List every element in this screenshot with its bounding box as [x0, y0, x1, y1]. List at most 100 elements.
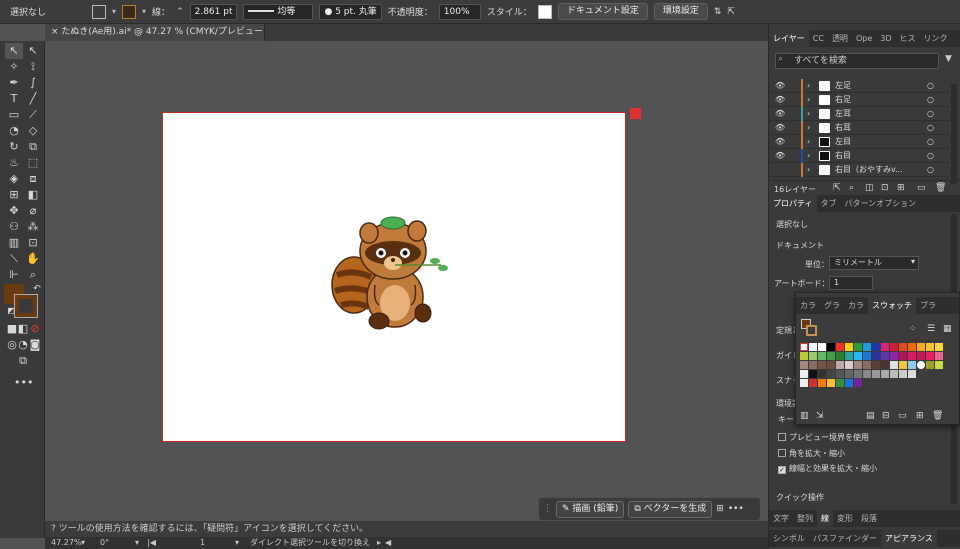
print-tiling-tool-icon[interactable]: ⊩	[5, 267, 23, 283]
swatch-folder[interactable]	[800, 370, 808, 378]
swatch[interactable]	[836, 352, 844, 360]
expand-chevron-icon[interactable]: ›	[807, 79, 810, 92]
swatch[interactable]	[908, 361, 916, 369]
preferences-button[interactable]: 環境設定	[653, 3, 708, 20]
stroke-dropdown-icon[interactable]: ▾	[142, 7, 146, 16]
scroll-left-icon[interactable]: ◀	[385, 537, 391, 549]
tab-color[interactable]: カラ	[796, 297, 820, 314]
swatch[interactable]	[809, 352, 817, 360]
swatch[interactable]	[836, 370, 844, 378]
grid-view-icon[interactable]: ▦	[943, 324, 952, 334]
swatch[interactable]	[881, 370, 889, 378]
swatch[interactable]	[854, 352, 862, 360]
swatch[interactable]	[845, 370, 853, 378]
swatch[interactable]	[818, 370, 826, 378]
perspective-grid-tool-icon[interactable]: ⊞	[5, 187, 23, 203]
swap-colors-icon[interactable]: ↶	[28, 281, 46, 297]
new-swatch-icon[interactable]: ⊞	[916, 411, 924, 421]
live-paint-tool-icon[interactable]: ⧈	[24, 171, 42, 187]
swatch[interactable]	[908, 343, 916, 351]
swatch[interactable]	[827, 352, 835, 360]
artboard-tool-icon[interactable]: ⊡	[24, 235, 42, 251]
free-transform-tool-icon[interactable]: ⬚	[24, 155, 42, 171]
swatch[interactable]	[926, 352, 934, 360]
eyedropper-tool-icon[interactable]: ⌀	[24, 203, 42, 219]
delete-layer-icon[interactable]: 🗑	[935, 183, 946, 193]
tab-transparency[interactable]: 透明	[828, 30, 852, 47]
swatch[interactable]	[845, 343, 853, 351]
list-view-icon[interactable]: ☰	[927, 324, 935, 334]
swatch-library-icon[interactable]: ▥	[800, 411, 809, 421]
swatch[interactable]	[863, 361, 871, 369]
target-circle-icon[interactable]: ○	[927, 107, 934, 120]
layers-scrollbar[interactable]	[951, 84, 957, 184]
swatch[interactable]	[890, 361, 898, 369]
layer-row[interactable]: 👁 › 右耳 ○	[769, 121, 949, 135]
layer-row[interactable]: 👁 › 左耳 ○	[769, 107, 949, 121]
hand-tool-icon[interactable]: ✋	[24, 251, 42, 267]
stroke-weight-field[interactable]: 2.861 pt	[189, 3, 238, 20]
warp-tool-icon[interactable]: ♨	[5, 155, 23, 171]
rotate-tool-icon[interactable]: ↻	[5, 139, 23, 155]
show-kinds-icon[interactable]: ▤	[866, 411, 875, 421]
gradient-tool-icon[interactable]: ◧	[24, 187, 42, 203]
swatch[interactable]	[854, 370, 862, 378]
tab-transform[interactable]: 変形	[833, 510, 857, 527]
swatch-options-icon[interactable]: ⁘	[909, 324, 917, 334]
visibility-eye-icon[interactable]: 👁	[775, 79, 785, 92]
more-options-icon[interactable]: •••	[728, 504, 744, 514]
tab-gradient[interactable]: グラ	[820, 297, 844, 314]
symbol-sprayer-tool-icon[interactable]: ⁂	[24, 219, 42, 235]
rotation-dropdown-icon[interactable]: ▾	[135, 537, 139, 549]
curvature-tool-icon[interactable]: ∫	[24, 75, 42, 91]
expand-chevron-icon[interactable]: ›	[807, 135, 810, 148]
document-settings-button[interactable]: ドキュメント設定	[557, 3, 648, 20]
visibility-eye-icon[interactable]: 👁	[775, 135, 785, 148]
swatch[interactable]	[899, 370, 907, 378]
visibility-eye-icon[interactable]: 👁	[775, 121, 785, 134]
swatch-folder[interactable]	[800, 379, 808, 387]
opacity-field[interactable]: 100%	[438, 3, 481, 20]
tab-opentype[interactable]: Ope	[852, 30, 876, 47]
scale-strokes-checkbox[interactable]: ✓ 線幅と効果を拡大・縮小	[778, 463, 877, 474]
pen-tool-icon[interactable]: ✒	[5, 75, 23, 91]
scale-corners-checkbox[interactable]: 角を拡大・縮小	[778, 448, 845, 459]
swatch[interactable]	[854, 361, 862, 369]
swatch[interactable]	[827, 379, 835, 387]
tab-3d[interactable]: 3D	[876, 30, 895, 47]
draw-pencil-button[interactable]: ✎ 描画 (鉛筆)	[556, 500, 625, 518]
layers-search-input[interactable]: すべてを検索	[775, 53, 939, 69]
first-artboard-icon[interactable]: |◀	[147, 537, 156, 549]
swatch[interactable]	[899, 361, 907, 369]
swatch[interactable]	[818, 352, 826, 360]
swatch[interactable]	[845, 352, 853, 360]
tab-swatches[interactable]: スウォッチ	[868, 297, 916, 314]
layer-row[interactable]: › 右目（おやすみv... ○	[769, 163, 949, 177]
expand-chevron-icon[interactable]: ›	[807, 107, 810, 120]
swatch[interactable]	[872, 343, 880, 351]
checkbox-checked-icon[interactable]: ✓	[778, 466, 786, 474]
artboard-select[interactable]: 1	[829, 276, 873, 290]
swatch[interactable]	[827, 370, 835, 378]
swatch[interactable]	[809, 379, 817, 387]
tab-properties[interactable]: プロパティ	[769, 195, 817, 212]
expand-chevron-icon[interactable]: ›	[807, 121, 810, 134]
generate-vector-button[interactable]: ⧉ ベクターを生成	[628, 500, 713, 518]
swatch[interactable]	[863, 343, 871, 351]
delete-swatch-icon[interactable]: 🗑	[932, 411, 943, 421]
new-layer-icon[interactable]: ⊞	[897, 183, 905, 193]
swatch[interactable]	[827, 343, 835, 351]
checkbox-icon[interactable]	[778, 449, 786, 457]
slice-tool-icon[interactable]: ⟍	[5, 251, 23, 267]
current-stroke-swatch[interactable]	[806, 325, 817, 336]
zoom-dropdown-icon[interactable]: ▾	[81, 537, 85, 549]
swatch[interactable]	[926, 361, 934, 369]
rotation-field[interactable]: 0°	[100, 537, 109, 549]
swatch[interactable]	[809, 370, 817, 378]
swatch[interactable]	[935, 343, 943, 351]
swatch[interactable]	[809, 343, 817, 351]
export-layer-icon[interactable]: ⇱	[833, 183, 841, 193]
swatch[interactable]	[863, 352, 871, 360]
tab-paragraph[interactable]: 段落	[857, 510, 881, 527]
expand-chevron-icon[interactable]: ›	[807, 149, 810, 162]
